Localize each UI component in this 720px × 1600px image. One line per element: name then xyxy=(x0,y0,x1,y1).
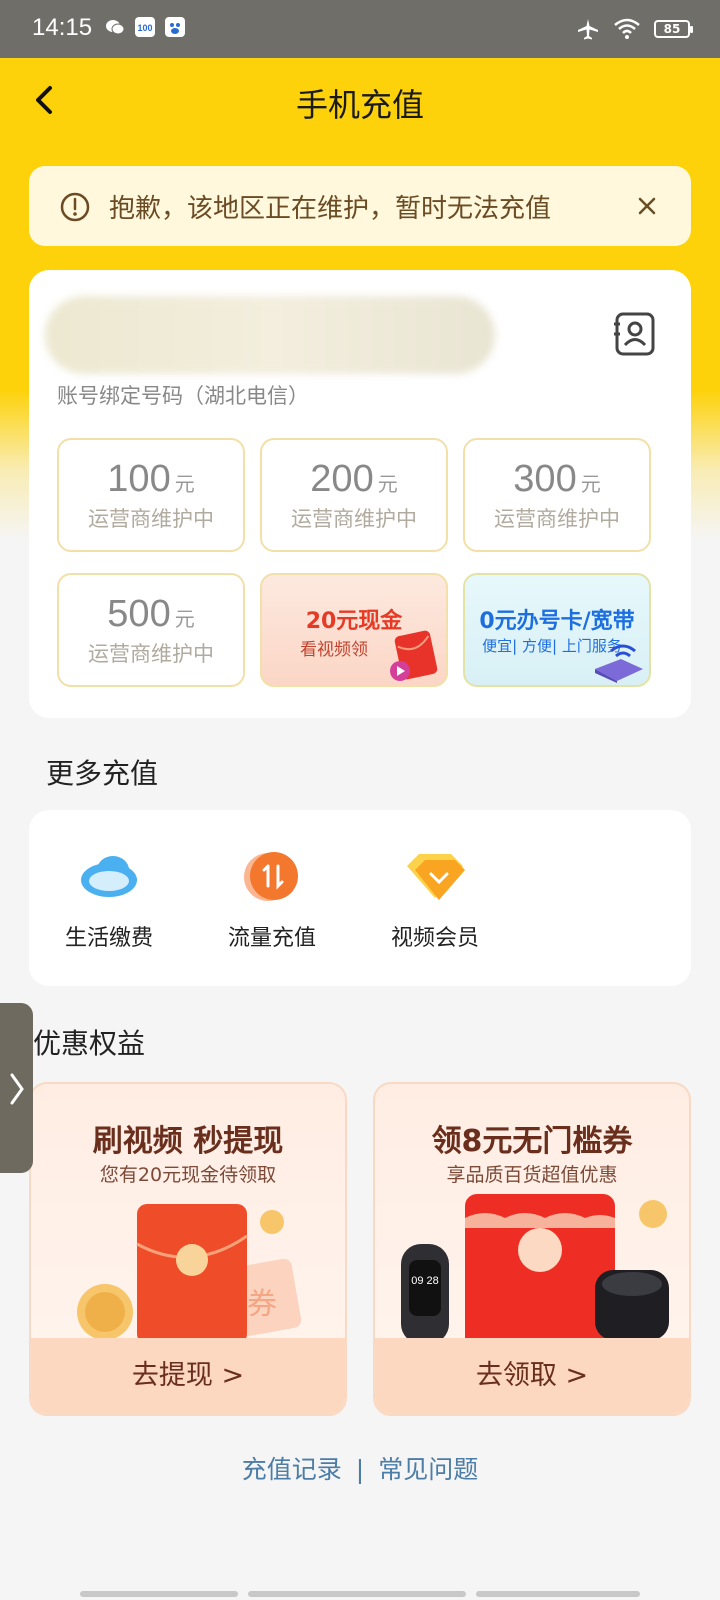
amount-value: 200 xyxy=(310,458,374,500)
notice-text: 抱歉，该地区正在维护，暂时无法充值 xyxy=(109,194,552,224)
amount-status: 运营商维护中 xyxy=(494,507,620,531)
red-envelope-coins-icon: 券 xyxy=(77,1204,302,1344)
claim-button[interactable]: 去领取 > xyxy=(375,1338,689,1414)
benefit-subtitle: 您有20元现金待领取 xyxy=(99,1164,277,1186)
benefit-subtitle: 享品质百货超值优惠 xyxy=(446,1164,618,1186)
amount-option-500[interactable]: 500 元 运营商维护中 xyxy=(57,573,245,687)
service-life-payment[interactable]: 生活缴费 xyxy=(39,850,179,952)
airplane-icon xyxy=(578,19,598,40)
promo-title: 0元办号卡/宽带 xyxy=(479,609,635,634)
recharge-card: 账号绑定号码（湖北电信） 100 元 运营商维护中 200 元 运营商维护中 300… xyxy=(29,270,691,718)
promo-sim-broadband[interactable]: 0元办号卡/宽带 便宜| 方便| 上门服务 xyxy=(463,573,651,687)
gesture-bar xyxy=(80,1591,238,1597)
withdraw-button[interactable]: 去提现 > xyxy=(31,1338,345,1414)
amount-unit: 元 xyxy=(580,474,601,496)
status-right: 85 xyxy=(576,15,693,43)
benefit-title: 刷视频 秒提现 xyxy=(92,1124,284,1159)
data-transfer-icon xyxy=(244,852,298,901)
chevron-right-icon xyxy=(10,1073,24,1105)
faq-link[interactable]: 常见问题 xyxy=(378,1455,478,1484)
amount-option-300[interactable]: 300 元 运营商维护中 xyxy=(463,438,651,552)
gesture-bar xyxy=(248,1591,466,1597)
footer-links: 充值记录 | 常见问题 xyxy=(0,1450,720,1486)
recharge-records-link[interactable]: 充值记录 xyxy=(242,1455,342,1484)
svg-text:100: 100 xyxy=(137,23,152,33)
amount-unit: 元 xyxy=(174,474,195,496)
coupon-char: 券 xyxy=(247,1287,277,1322)
benefit-title: 领8元无门槛券 xyxy=(431,1124,633,1159)
amount-unit: 元 xyxy=(174,609,195,631)
more-recharge-title: 更多充值 xyxy=(46,757,159,790)
service-label: 流量充值 xyxy=(227,926,316,951)
footer-separator: | xyxy=(355,1455,365,1484)
gesture-bar xyxy=(476,1591,640,1597)
status-time: 14:15 xyxy=(32,14,93,41)
close-icon[interactable] xyxy=(631,190,663,222)
diamond-icon xyxy=(407,854,465,900)
service-data-recharge[interactable]: 流量充值 xyxy=(202,850,342,952)
account-binding-label: 账号绑定号码（湖北电信） xyxy=(57,384,309,408)
phone-number-redacted[interactable] xyxy=(45,296,495,374)
maintenance-notice: 抱歉，该地区正在维护，暂时无法充值 xyxy=(29,166,691,246)
service-video-membership[interactable]: 视频会员 xyxy=(365,850,505,952)
amount-value: 100 xyxy=(107,458,171,500)
amount-unit: 元 xyxy=(377,474,398,496)
contacts-icon[interactable] xyxy=(611,310,659,358)
baidu-icon xyxy=(165,17,185,37)
watch-time: 09 28 xyxy=(411,1275,439,1287)
app-header: 手机充值 xyxy=(0,58,720,148)
red-envelope-icon xyxy=(390,630,438,681)
benefits-title: 优惠权益 xyxy=(33,1027,146,1060)
amount-value: 500 xyxy=(107,593,171,635)
amount-option-100[interactable]: 100 元 运营商维护中 xyxy=(57,438,245,552)
wifi-icon xyxy=(614,18,640,39)
amount-status: 运营商维护中 xyxy=(88,642,214,666)
side-drawer-tab[interactable] xyxy=(0,1003,33,1173)
amount-option-200[interactable]: 200 元 运营商维护中 xyxy=(260,438,448,552)
wechat-icon xyxy=(106,20,125,35)
more-recharge-card: 生活缴费 流量充值 视频会员 xyxy=(29,810,691,986)
status-bar: 14:15 100 85 xyxy=(0,0,720,58)
warning-circle-icon xyxy=(60,192,90,222)
benefit-card-cash[interactable]: 刷视频 秒提现 您有20元现金待领取 券 去提现 > xyxy=(29,1082,347,1416)
promo-cash-video[interactable]: 20元现金 看视频领 xyxy=(260,573,448,687)
battery-indicator: 85 xyxy=(654,20,693,38)
amount-status: 运营商维护中 xyxy=(88,507,214,531)
service-label: 生活缴费 xyxy=(64,926,153,951)
app-100-icon: 100 xyxy=(135,17,155,37)
service-label: 视频会员 xyxy=(390,926,479,951)
benefit-card-coupon[interactable]: 领8元无门槛券 享品质百货超值优惠 09 28 去领取 > xyxy=(373,1082,691,1416)
amount-value: 300 xyxy=(513,458,577,500)
cloud-icon xyxy=(81,856,137,897)
red-envelope-gifts-icon: 09 28 xyxy=(401,1194,669,1344)
router-icon xyxy=(595,644,643,683)
page-title: 手机充值 xyxy=(295,86,424,124)
amount-status: 运营商维护中 xyxy=(291,507,417,531)
